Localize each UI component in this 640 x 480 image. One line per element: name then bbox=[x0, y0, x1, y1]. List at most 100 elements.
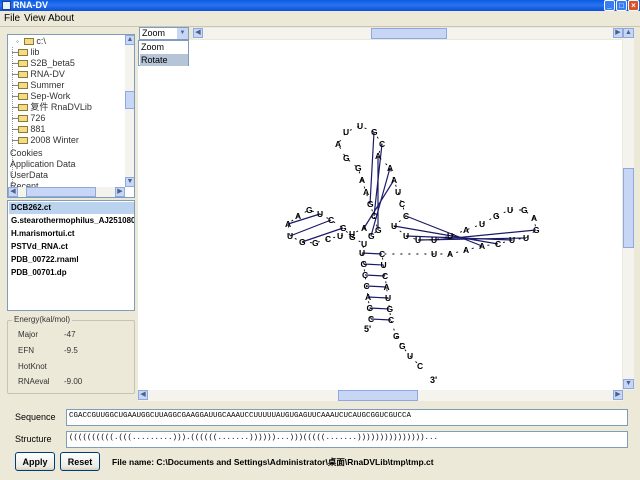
reset-button[interactable]: Reset bbox=[60, 452, 100, 471]
scroll-thumb[interactable] bbox=[371, 28, 447, 39]
nucleotide[interactable]: U bbox=[407, 351, 413, 361]
minimize-button[interactable]: _ bbox=[604, 0, 615, 11]
nucleotide[interactable]: A bbox=[479, 241, 485, 251]
option-zoom[interactable]: Zoom bbox=[140, 41, 188, 53]
nucleotide[interactable]: U bbox=[317, 209, 323, 219]
sequence-field[interactable]: CGACCGUUGGCUGAAUGGCUUAGGCGAAGGAUUGCAAAUC… bbox=[66, 409, 628, 426]
apply-button[interactable]: Apply bbox=[15, 452, 55, 471]
file-item[interactable]: PDB_00722.rnaml bbox=[9, 254, 79, 266]
nucleotide[interactable]: A bbox=[375, 151, 381, 161]
nucleotide[interactable]: A bbox=[295, 211, 301, 221]
nucleotide[interactable]: C bbox=[362, 270, 368, 280]
nucleotide[interactable]: U bbox=[391, 221, 397, 231]
nucleotide[interactable]: C bbox=[388, 315, 394, 325]
tree-item[interactable]: ─ lib bbox=[12, 47, 39, 58]
nucleotide[interactable]: G bbox=[361, 259, 368, 269]
nucleotide[interactable]: C bbox=[382, 271, 388, 281]
nucleotide[interactable]: U bbox=[479, 219, 485, 229]
nucleotide[interactable]: C bbox=[371, 211, 377, 221]
nucleotide[interactable]: U bbox=[337, 231, 343, 241]
nucleotide[interactable]: C bbox=[325, 234, 331, 244]
scroll-right-button[interactable]: ▶ bbox=[613, 28, 623, 38]
nucleotide[interactable]: A bbox=[384, 282, 390, 292]
nucleotide[interactable]: C bbox=[368, 314, 374, 324]
nucleotide[interactable]: U bbox=[287, 231, 293, 241]
scroll-thumb[interactable] bbox=[338, 390, 418, 401]
scroll-up-button[interactable]: ▲ bbox=[623, 28, 634, 38]
tree-item[interactable]: Application Data bbox=[10, 159, 76, 170]
file-item[interactable]: H.marismortui.ct bbox=[9, 228, 75, 240]
maximize-button[interactable]: □ bbox=[616, 0, 627, 11]
nucleotide[interactable]: A bbox=[361, 223, 367, 233]
nucleotide[interactable]: A bbox=[359, 175, 365, 185]
menu-file[interactable]: File bbox=[4, 12, 20, 26]
directory-tree[interactable]: ◦ c:\ ─ lib ─ S2B_beta5 ─ RNA-DV ─ Summer ─ S… bbox=[7, 34, 135, 198]
nucleotide[interactable]: G bbox=[375, 225, 382, 235]
nucleotide[interactable]: G bbox=[299, 237, 306, 247]
expand-toggle-icon[interactable]: ◦ bbox=[16, 37, 19, 46]
tree-item[interactable]: ─ 726 bbox=[12, 113, 45, 124]
close-button[interactable]: × bbox=[628, 0, 639, 11]
nucleotide[interactable]: A bbox=[365, 292, 371, 302]
nucleotide[interactable]: A bbox=[335, 139, 341, 149]
scroll-left-button[interactable]: ◀ bbox=[138, 390, 148, 400]
scroll-thumb[interactable] bbox=[26, 187, 96, 197]
view-mode-dropdown[interactable]: Zoom ▼ bbox=[139, 27, 189, 40]
nucleotide[interactable]: U bbox=[507, 205, 513, 215]
nucleotide[interactable]: A bbox=[463, 245, 469, 255]
file-item[interactable]: G.stearothermophilus_AJ251080.ct bbox=[9, 215, 134, 227]
tree-horizontal-scrollbar[interactable]: ◀ ▶ bbox=[8, 187, 125, 197]
scroll-left-button[interactable]: ◀ bbox=[8, 187, 18, 197]
chevron-down-icon[interactable]: ▼ bbox=[177, 28, 188, 39]
nucleotide[interactable]: U bbox=[523, 233, 529, 243]
nucleotide[interactable]: U bbox=[381, 260, 387, 270]
scroll-right-button[interactable]: ▶ bbox=[115, 187, 125, 197]
file-item[interactable]: PSTVd_RNA.ct bbox=[9, 241, 68, 253]
nucleotide[interactable]: C bbox=[364, 281, 370, 291]
nucleotide[interactable]: G bbox=[493, 211, 500, 221]
nucleotide[interactable]: C bbox=[403, 211, 409, 221]
option-rotate[interactable]: Rotate bbox=[140, 54, 188, 66]
nucleotide[interactable]: G bbox=[367, 199, 374, 209]
file-item[interactable]: PDB_00701.dp bbox=[9, 267, 67, 279]
tree-item[interactable]: ─ Sep-Work bbox=[12, 91, 70, 102]
scroll-thumb[interactable] bbox=[125, 91, 134, 109]
tree-vertical-scrollbar[interactable]: ▲ ▼ bbox=[125, 35, 134, 187]
scroll-right-button[interactable]: ▶ bbox=[613, 390, 623, 400]
menu-view[interactable]: View bbox=[24, 12, 46, 26]
nucleotide[interactable]: U bbox=[509, 235, 515, 245]
tree-item[interactable]: ─ 881 bbox=[12, 124, 45, 135]
nucleotide[interactable]: U bbox=[359, 248, 365, 258]
nucleotide[interactable]: G bbox=[393, 331, 400, 341]
canvas-vertical-scrollbar[interactable]: ▲ ▼ bbox=[623, 28, 634, 390]
menu-about[interactable]: About bbox=[48, 12, 74, 26]
nucleotide[interactable]: C bbox=[495, 239, 501, 249]
nucleotide[interactable]: G bbox=[312, 238, 319, 248]
nucleotide[interactable]: U bbox=[431, 235, 437, 245]
nucleotide[interactable]: U bbox=[395, 187, 401, 197]
nucleotide[interactable]: A bbox=[463, 225, 469, 235]
tree-item[interactable]: UserData bbox=[10, 170, 48, 181]
nucleotide[interactable]: U bbox=[357, 121, 363, 131]
scroll-thumb[interactable] bbox=[623, 168, 634, 248]
tree-item[interactable]: ─ 复件 RnaDVLib bbox=[12, 102, 92, 113]
nucleotide[interactable]: A bbox=[447, 249, 453, 259]
nucleotide[interactable]: G bbox=[521, 205, 528, 215]
tree-item[interactable]: ─ 2008 Winter bbox=[12, 135, 79, 146]
nucleotide[interactable]: C bbox=[417, 361, 423, 371]
nucleotide[interactable]: C bbox=[328, 215, 334, 225]
view-mode-options[interactable]: Zoom Rotate bbox=[138, 40, 189, 66]
structure-canvas[interactable]: CGACCGUUGGCUGAAUGGCUUAGGCGAAGGAUUGCAAAUC… bbox=[138, 40, 622, 390]
canvas-top-scrollbar[interactable]: ◀ ▶ bbox=[193, 28, 623, 39]
scroll-up-button[interactable]: ▲ bbox=[125, 35, 134, 45]
nucleotide[interactable]: C bbox=[399, 199, 405, 209]
nucleotide[interactable]: U bbox=[343, 127, 349, 137]
nucleotide[interactable]: U bbox=[403, 231, 409, 241]
nucleotide[interactable]: G bbox=[387, 304, 394, 314]
nucleotide[interactable]: U bbox=[385, 293, 391, 303]
nucleotide[interactable]: U bbox=[415, 235, 421, 245]
nucleotide[interactable]: A bbox=[531, 213, 537, 223]
nucleotide[interactable]: C bbox=[379, 249, 385, 259]
nucleotide[interactable]: U bbox=[361, 239, 367, 249]
nucleotide[interactable]: U bbox=[349, 229, 355, 239]
